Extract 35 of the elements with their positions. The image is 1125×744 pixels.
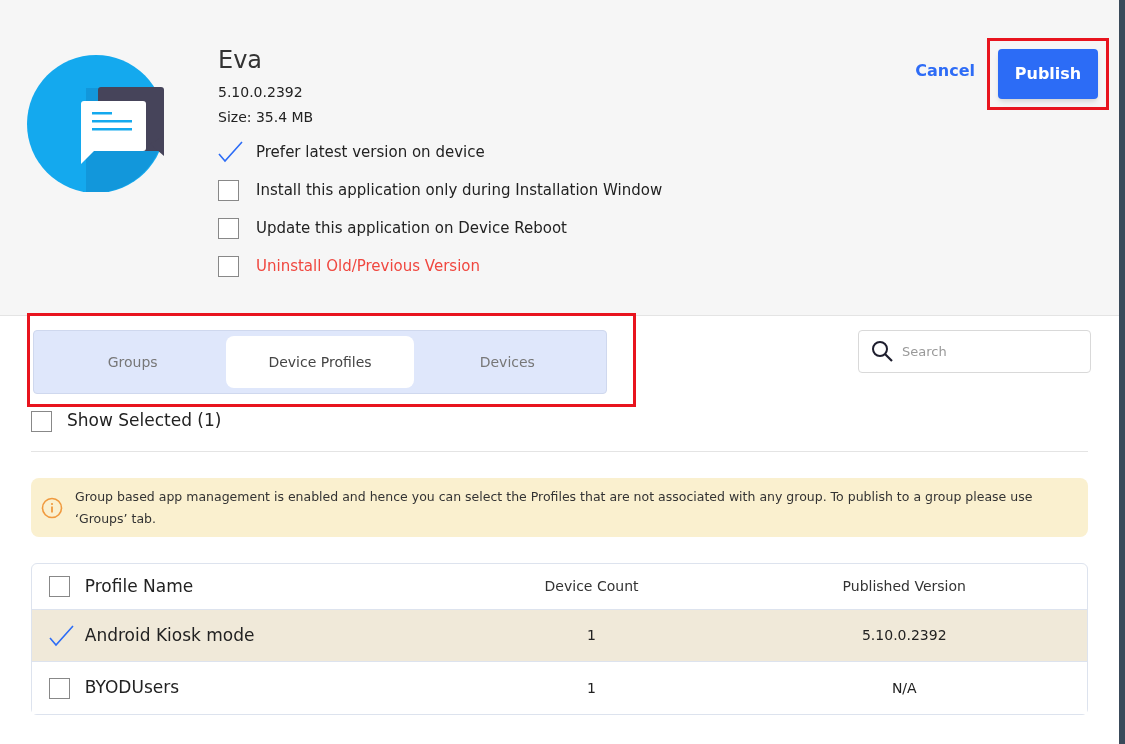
show-selected-checkbox[interactable]: [31, 410, 52, 432]
select-all-checkbox[interactable]: [49, 576, 70, 597]
info-icon: [41, 496, 63, 519]
option-label: Install this application only during Installation Window: [256, 179, 663, 201]
table-cell-text: 1: [586, 678, 597, 698]
show-selected-label: Show Selected (1): [67, 409, 222, 433]
option-checkbox[interactable]: [218, 217, 239, 239]
row-checkbox[interactable]: [49, 677, 70, 699]
option-label: Update this application on Device Reboot: [256, 217, 567, 239]
table-cell-text: Android Kiosk mode: [84, 623, 256, 647]
tab[interactable]: Devices: [413, 336, 601, 388]
table-cell-text: BYODUsers: [84, 676, 181, 700]
column-header: Profile Name: [84, 574, 195, 598]
tab[interactable]: Groups: [39, 336, 227, 388]
app-name: Eva: [218, 45, 264, 76]
cancel-button[interactable]: Cancel: [915, 46, 975, 96]
table-cell-text: N/A: [890, 678, 918, 698]
table-cell-text: 5.10.0.2392: [860, 626, 948, 645]
publish-button[interactable]: Publish: [998, 49, 1098, 99]
app-size: Size: 35.4 MB: [218, 108, 315, 127]
option-checkbox[interactable]: [218, 255, 239, 277]
search-field[interactable]: Search: [858, 330, 1091, 373]
option-label: Uninstall Old/Previous Version: [256, 255, 481, 277]
column-header: Published Version: [841, 577, 967, 596]
option-label: Prefer latest version on device: [256, 141, 485, 163]
table-cell-text: 1: [586, 626, 597, 645]
checkmark-icon[interactable]: [49, 624, 75, 647]
tab[interactable]: Device Profiles: [226, 336, 414, 388]
notice-text: Group based app management is enabled and hence you can select the Profiles that are not associated with any group. To publish to a group please use ‘Groups’ tab.: [75, 487, 1034, 528]
column-header: Device Count: [543, 577, 640, 596]
app-version: 5.10.0.2392: [218, 83, 304, 102]
search-icon: [871, 340, 893, 362]
option-checkbox[interactable]: [218, 179, 239, 201]
table-row[interactable]: Android Kiosk mode 1 5.10.0.2392: [32, 610, 1087, 662]
checkmark-icon[interactable]: [218, 141, 244, 163]
